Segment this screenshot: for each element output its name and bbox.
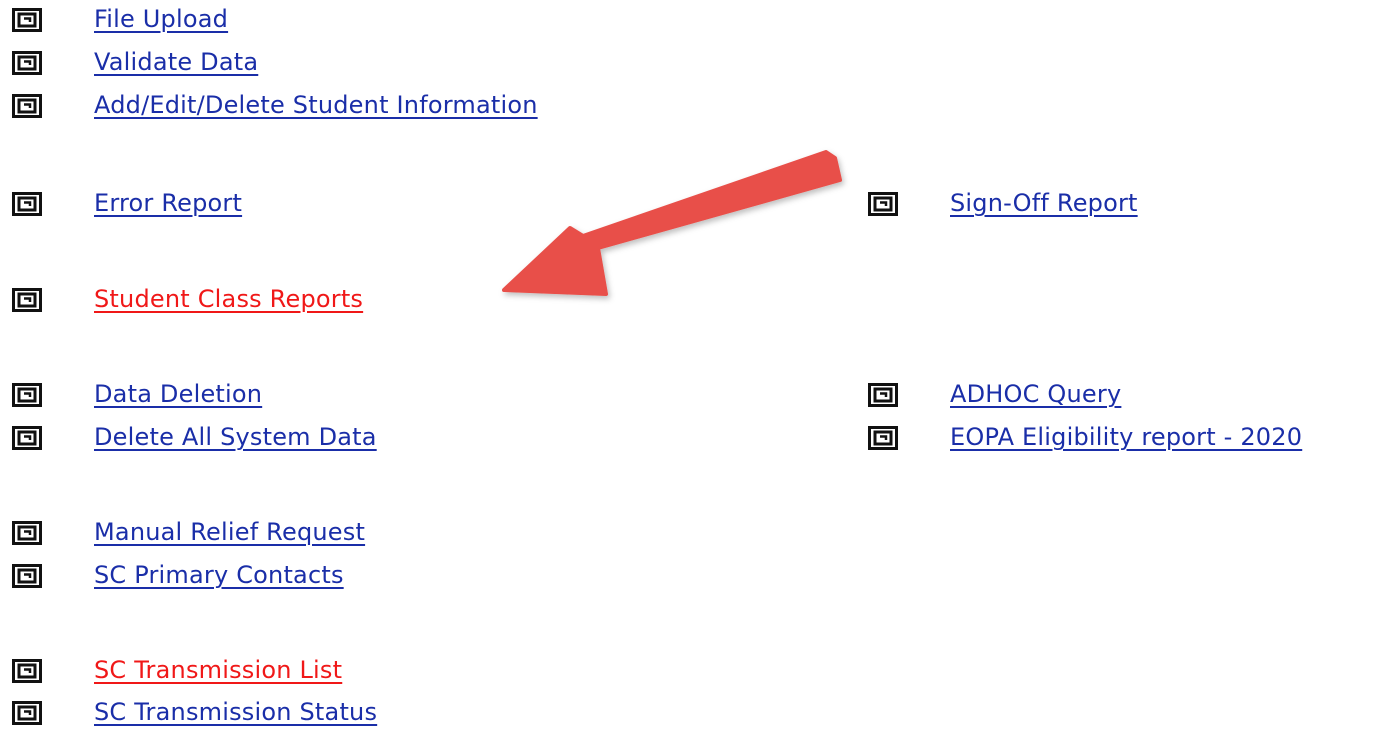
sc-transmission-status-link[interactable]: SC Transmission Status [94,698,377,726]
sign-off-report-link[interactable]: Sign-Off Report [950,189,1138,217]
square-spiral-icon [12,701,42,725]
sc-transmission-list-link[interactable]: SC Transmission List [94,656,342,684]
square-spiral-icon [12,51,42,75]
manual-relief-request-link[interactable]: Manual Relief Request [94,518,365,546]
square-spiral-icon [868,192,898,216]
square-spiral-icon [12,288,42,312]
square-spiral-icon [12,383,42,407]
adhoc-query-link[interactable]: ADHOC Query [950,380,1121,408]
square-spiral-icon [12,8,42,32]
square-spiral-icon [12,426,42,450]
square-spiral-icon [12,521,42,545]
file-upload-link[interactable]: File Upload [94,5,228,33]
square-spiral-icon [868,383,898,407]
sc-primary-contacts-link[interactable]: SC Primary Contacts [94,561,344,589]
square-spiral-icon [868,426,898,450]
student-class-reports-link[interactable]: Student Class Reports [94,285,363,313]
validate-data-link[interactable]: Validate Data [94,48,258,76]
error-report-link[interactable]: Error Report [94,189,242,217]
square-spiral-icon [12,659,42,683]
add-edit-delete-student-link[interactable]: Add/Edit/Delete Student Information [94,91,538,119]
delete-all-system-data-link[interactable]: Delete All System Data [94,423,377,451]
data-deletion-link[interactable]: Data Deletion [94,380,262,408]
eopa-eligibility-report-link[interactable]: EOPA Eligibility report - 2020 [950,423,1302,451]
arrow-shape [502,150,842,296]
square-spiral-icon [12,192,42,216]
square-spiral-icon [12,94,42,118]
square-spiral-icon [12,564,42,588]
